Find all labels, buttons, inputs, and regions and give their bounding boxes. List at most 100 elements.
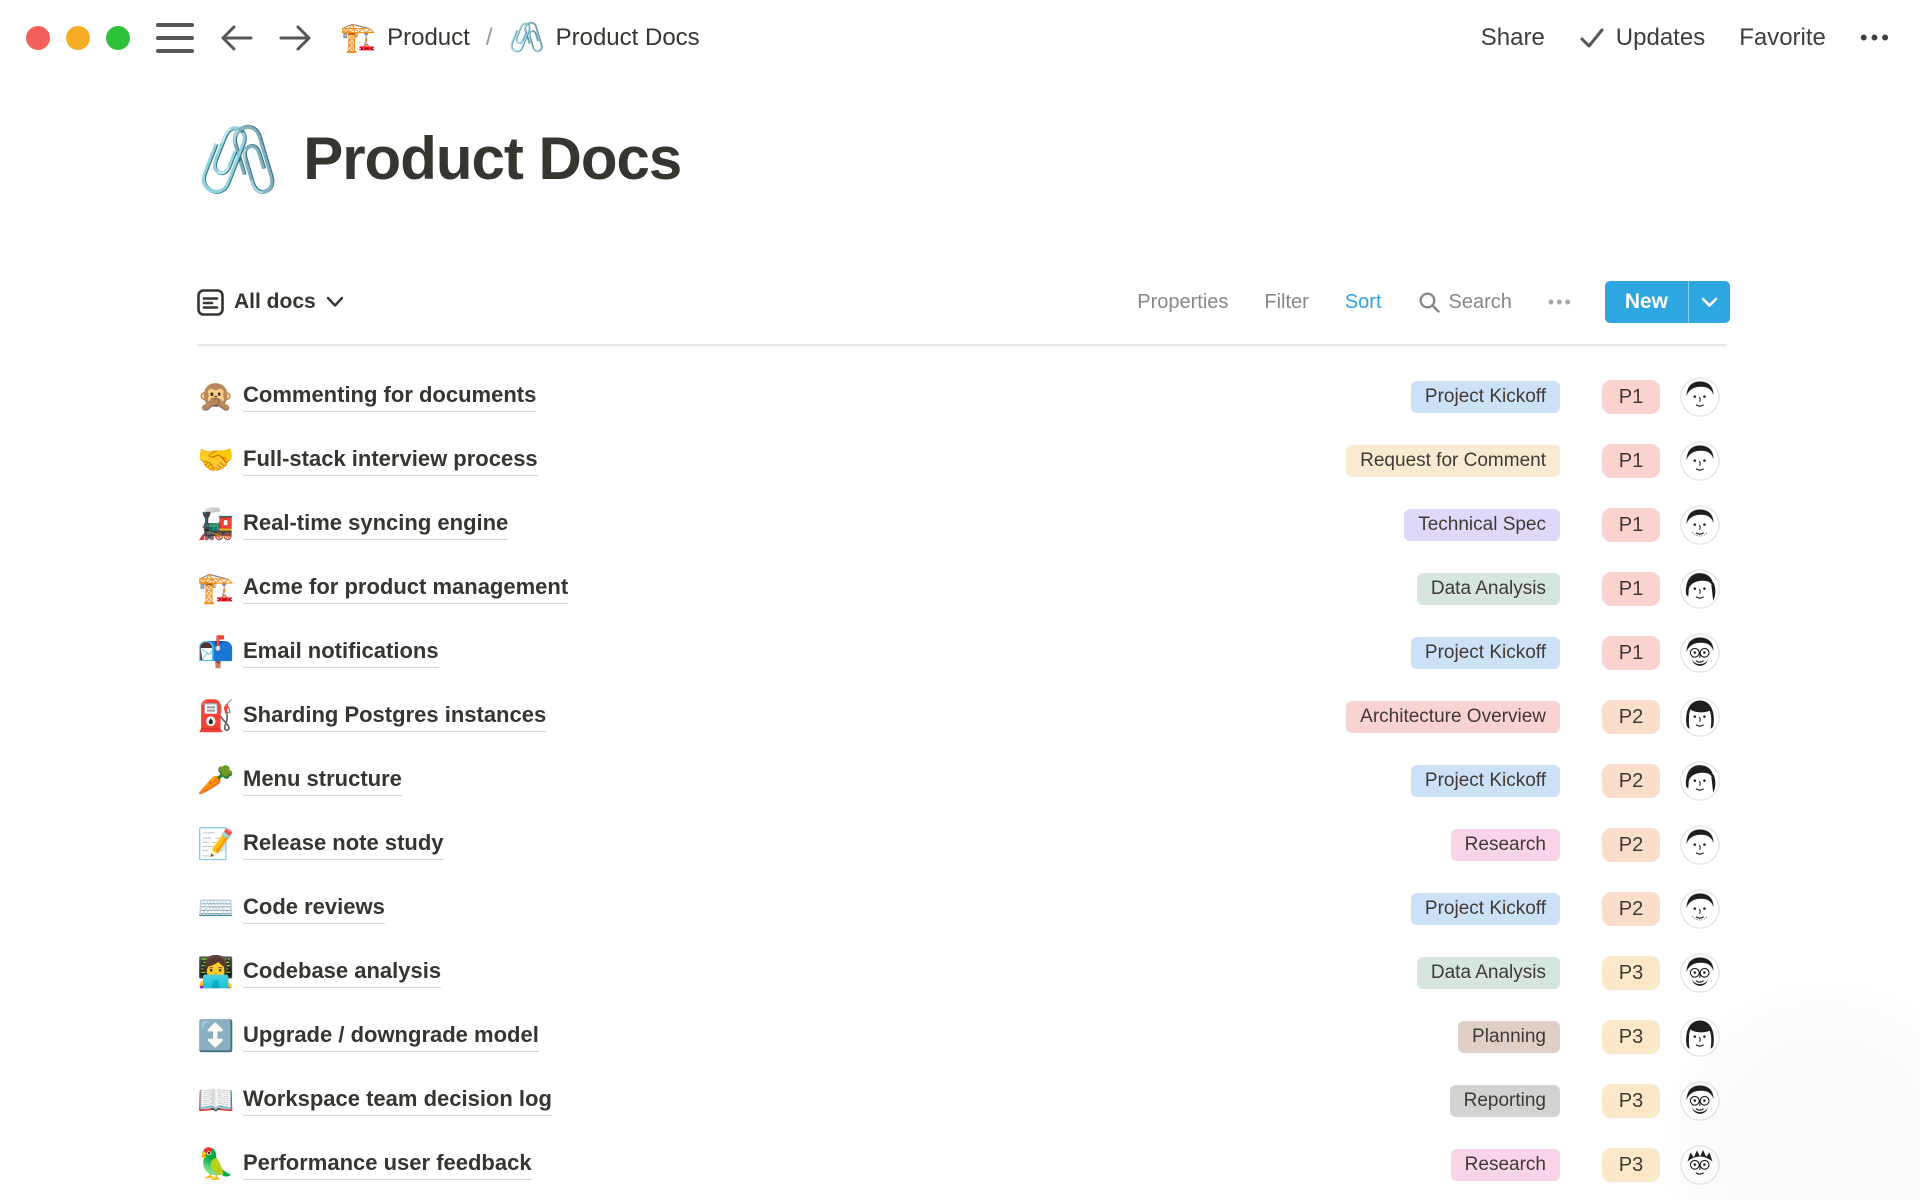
view-switcher[interactable]: All docs (197, 289, 344, 316)
filter-button[interactable]: Filter (1264, 291, 1308, 314)
list-view-icon (197, 289, 224, 316)
doc-row[interactable]: ↕️ Upgrade / downgrade model Planning P3 (197, 1005, 1730, 1069)
chevron-down-icon (1701, 297, 1718, 308)
window-topbar: 🏗️ Product / 🖇️ Product Docs Share Updat… (0, 0, 1920, 76)
app-window: 🏗️ Product / 🖇️ Product Docs Share Updat… (0, 0, 1920, 1200)
doc-tag-pill[interactable]: Architecture Overview (1346, 701, 1560, 733)
favorite-button[interactable]: Favorite (1739, 24, 1826, 52)
doc-row[interactable]: 📬 Email notifications Project Kickoff P1 (197, 621, 1730, 685)
doc-row[interactable]: 🥕 Menu structure Project Kickoff P2 (197, 749, 1730, 813)
doc-tag-pill[interactable]: Technical Spec (1404, 509, 1560, 541)
doc-tag-pill[interactable]: Data Analysis (1417, 957, 1560, 989)
doc-priority-pill[interactable]: P3 (1602, 1020, 1660, 1054)
search-label: Search (1449, 291, 1512, 314)
properties-button[interactable]: Properties (1137, 291, 1228, 314)
doc-title-link[interactable]: Code reviews (243, 894, 385, 924)
doc-emoji-icon: 🦜 (197, 1150, 243, 1180)
doc-tag-pill[interactable]: Reporting (1450, 1085, 1560, 1117)
check-icon (1579, 27, 1605, 49)
doc-owner-avatar[interactable] (1680, 569, 1720, 609)
doc-tag-pill[interactable]: Research (1451, 829, 1560, 861)
doc-title-link[interactable]: Release note study (243, 830, 444, 860)
new-button[interactable]: New (1605, 281, 1688, 323)
toolbar-divider (197, 344, 1727, 346)
doc-tag-pill[interactable]: Project Kickoff (1411, 637, 1560, 669)
doc-emoji-icon: ↕️ (197, 1022, 243, 1052)
updates-label: Updates (1616, 24, 1705, 52)
doc-row[interactable]: 🤝 Full-stack interview process Request f… (197, 429, 1730, 493)
doc-owner-avatar[interactable] (1680, 377, 1720, 417)
doc-row[interactable]: 🏗️ Acme for product management Data Anal… (197, 557, 1730, 621)
fullscreen-button[interactable] (106, 26, 130, 50)
close-button[interactable] (26, 26, 50, 50)
doc-priority-pill[interactable]: P1 (1602, 636, 1660, 670)
doc-owner-avatar[interactable] (1680, 633, 1720, 673)
back-arrow-icon[interactable] (218, 23, 254, 53)
doc-title-link[interactable]: Real-time syncing engine (243, 510, 508, 540)
doc-owner-avatar[interactable] (1680, 761, 1720, 801)
doc-row[interactable]: ⛽ Sharding Postgres instances Architectu… (197, 685, 1730, 749)
doc-row[interactable]: 🙊 Commenting for documents Project Kicko… (197, 365, 1730, 429)
doc-priority-pill[interactable]: P1 (1602, 572, 1660, 606)
forward-arrow-icon[interactable] (278, 23, 314, 53)
doc-priority-pill[interactable]: P3 (1602, 956, 1660, 990)
doc-priority-pill[interactable]: P2 (1602, 764, 1660, 798)
doc-tag-pill[interactable]: Planning (1458, 1021, 1560, 1053)
doc-title-link[interactable]: Codebase analysis (243, 958, 441, 988)
doc-tag-pill[interactable]: Request for Comment (1346, 445, 1560, 477)
doc-row[interactable]: 📖 Workspace team decision log Reporting … (197, 1069, 1730, 1133)
doc-row[interactable]: 👩‍💻 Codebase analysis Data Analysis P3 (197, 941, 1730, 1005)
doc-priority-pill[interactable]: P1 (1602, 508, 1660, 542)
doc-owner-avatar[interactable] (1680, 505, 1720, 545)
doc-row[interactable]: ⌨️ Code reviews Project Kickoff P2 (197, 877, 1730, 941)
breadcrumb-separator: / (486, 24, 493, 52)
doc-priority-pill[interactable]: P2 (1602, 828, 1660, 862)
doc-owner-avatar[interactable] (1680, 697, 1720, 737)
doc-title-link[interactable]: Full-stack interview process (243, 446, 538, 476)
doc-row[interactable]: 🚂 Real-time syncing engine Technical Spe… (197, 493, 1730, 557)
doc-tag-pill[interactable]: Project Kickoff (1411, 765, 1560, 797)
doc-emoji-icon: 🥕 (197, 766, 243, 796)
doc-title-link[interactable]: Menu structure (243, 766, 402, 796)
search-icon (1418, 291, 1441, 314)
doc-title-link[interactable]: Sharding Postgres instances (243, 702, 546, 732)
updates-button[interactable]: Updates (1579, 24, 1705, 52)
doc-owner-avatar[interactable] (1680, 953, 1720, 993)
doc-owner-avatar[interactable] (1680, 825, 1720, 865)
window-more-button[interactable]: ••• (1860, 25, 1892, 51)
doc-title-link[interactable]: Acme for product management (243, 574, 568, 604)
doc-owner-avatar[interactable] (1680, 441, 1720, 481)
doc-title-link[interactable]: Performance user feedback (243, 1150, 532, 1180)
new-dropdown-button[interactable] (1688, 281, 1730, 323)
doc-tag-pill[interactable]: Project Kickoff (1411, 893, 1560, 925)
doc-title-link[interactable]: Commenting for documents (243, 382, 536, 412)
search-button[interactable]: Search (1418, 291, 1512, 314)
doc-tag-pill[interactable]: Project Kickoff (1411, 381, 1560, 413)
breadcrumb-item-product[interactable]: 🏗️ Product (340, 24, 470, 53)
doc-title-link[interactable]: Upgrade / downgrade model (243, 1022, 539, 1052)
doc-tag-pill[interactable]: Research (1451, 1149, 1560, 1181)
doc-emoji-icon: 🏗️ (197, 574, 243, 604)
doc-emoji-icon: 🤝 (197, 446, 243, 476)
doc-title-link[interactable]: Workspace team decision log (243, 1086, 552, 1116)
share-button[interactable]: Share (1481, 24, 1545, 52)
doc-row[interactable]: 🦜 Performance user feedback Research P3 (197, 1133, 1730, 1197)
chevron-down-icon (326, 296, 344, 308)
page-paperclips-icon[interactable]: 🖇️ (197, 126, 279, 192)
doc-priority-pill[interactable]: P3 (1602, 1148, 1660, 1182)
doc-tag-pill[interactable]: Data Analysis (1417, 573, 1560, 605)
doc-priority-pill[interactable]: P2 (1602, 892, 1660, 926)
toolbar-more-button[interactable]: ••• (1548, 292, 1573, 313)
sort-button[interactable]: Sort (1345, 291, 1382, 314)
breadcrumb-item-product-docs[interactable]: 🖇️ Product Docs (509, 24, 700, 53)
doc-priority-pill[interactable]: P1 (1602, 380, 1660, 414)
minimize-button[interactable] (66, 26, 90, 50)
sidebar-toggle-icon[interactable] (156, 23, 194, 53)
doc-title-link[interactable]: Email notifications (243, 638, 439, 668)
doc-priority-pill[interactable]: P3 (1602, 1084, 1660, 1118)
doc-owner-avatar[interactable] (1680, 889, 1720, 929)
doc-row[interactable]: 📝 Release note study Research P2 (197, 813, 1730, 877)
doc-priority-pill[interactable]: P1 (1602, 444, 1660, 478)
page-title[interactable]: Product Docs (303, 126, 681, 192)
doc-priority-pill[interactable]: P2 (1602, 700, 1660, 734)
